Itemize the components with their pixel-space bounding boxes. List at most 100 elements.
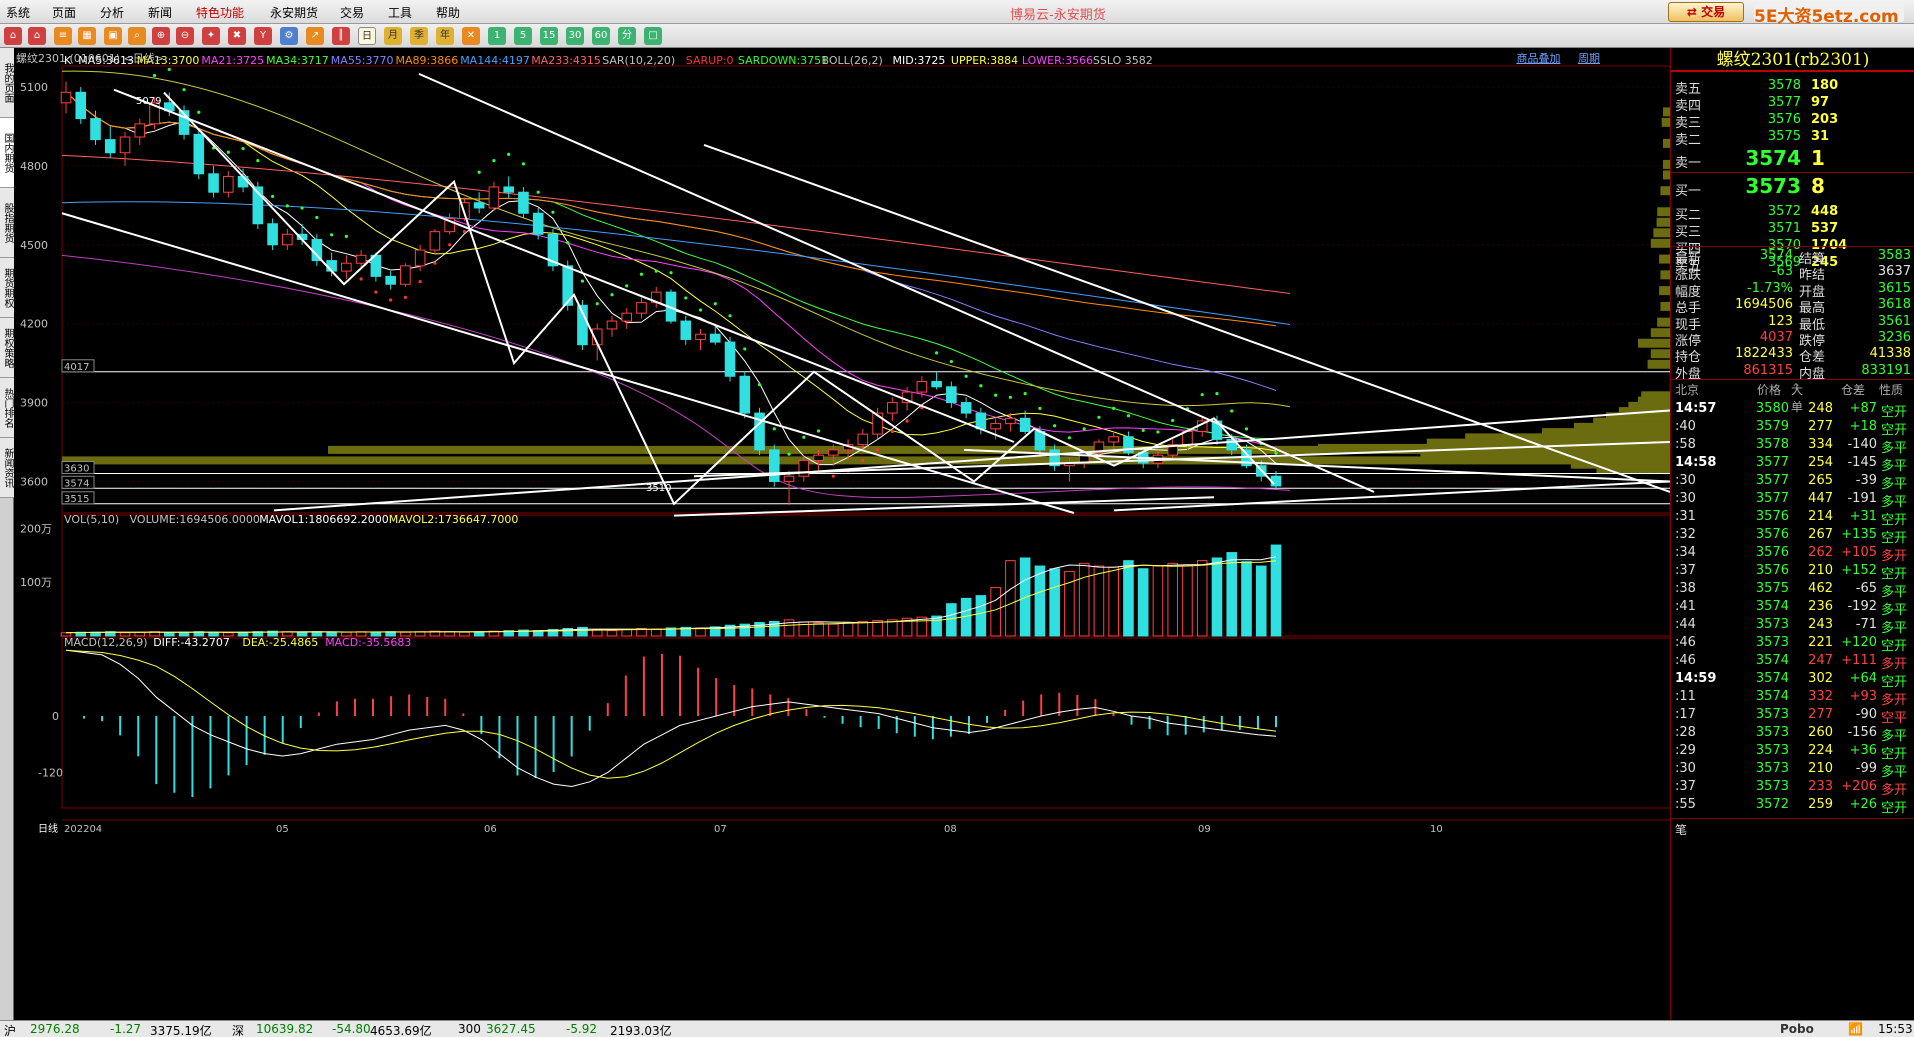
volume-bar: [1255, 565, 1267, 637]
chart-area[interactable]: 5100 4800 4500 4200 3900 3600 4017 3630 3574 3515…: [14, 48, 1670, 1020]
menu-page[interactable]: 页面: [52, 4, 76, 21]
period-month-button[interactable]: 月: [384, 27, 402, 45]
level-label: 3630: [64, 464, 89, 475]
ma55-line: [65, 91, 1277, 391]
kline-chart-svg[interactable]: 5100 4800 4500 4200 3900 3600 4017 3630 3574 3515…: [14, 48, 1670, 1020]
tick-price: 3574: [1755, 671, 1789, 686]
sar-dot: [816, 429, 821, 433]
tick-time: :44: [1675, 617, 1696, 632]
tab-hot-ranking[interactable]: 热门排名: [0, 378, 14, 438]
sar-dot: [285, 204, 289, 208]
cup-icon[interactable]: Y: [254, 27, 272, 45]
sar-dot: [226, 150, 230, 154]
search-icon[interactable]: ⌕: [128, 27, 146, 45]
macd-legend-item: MACD:-35.5683: [325, 636, 411, 649]
tab-my-page[interactable]: 我的页面: [0, 48, 14, 118]
ask-volume: 203: [1811, 112, 1839, 127]
tick-header: 北京 价格 ⌃ 大单 仓差 性质: [1675, 381, 1904, 414]
ask1-price: 3574: [1745, 146, 1801, 170]
tick-volume: 221: [1808, 635, 1833, 650]
window-icon[interactable]: ▣: [104, 27, 122, 45]
menu-news[interactable]: 新闻: [148, 4, 172, 21]
period-30m-button[interactable]: 30: [566, 27, 584, 45]
tick-oi-change: +31: [1849, 509, 1877, 524]
tab-option-strategy[interactable]: 期权策略: [0, 318, 14, 378]
tick-volume: 248: [1808, 401, 1833, 416]
sar-dot: [344, 234, 348, 238]
tick-time: :58: [1675, 437, 1696, 452]
tab-futures-options[interactable]: 期货期权: [0, 258, 14, 318]
quote-value: 3561: [1877, 313, 1911, 329]
period-min-button[interactable]: 分: [618, 27, 636, 45]
zoom-out-icon[interactable]: ⊖: [176, 27, 194, 45]
tick-row[interactable]: :55 3572 259 +26 空开: [1671, 797, 1914, 819]
period-year-button[interactable]: 年: [436, 27, 454, 45]
period-15m-button[interactable]: 15: [540, 27, 558, 45]
pin-icon[interactable]: ✦: [202, 27, 220, 45]
house-icon[interactable]: ⌂: [28, 27, 46, 45]
quote-value: 3615: [1877, 280, 1911, 296]
tick-volume: 302: [1808, 671, 1833, 686]
line-chart-icon[interactable]: ↗: [306, 27, 324, 45]
menu-analysis[interactable]: 分析: [100, 4, 124, 21]
tick-volume: 332: [1808, 689, 1833, 704]
trade-button-label: 交易: [1701, 5, 1726, 19]
tab-index-futures[interactable]: 股指期货: [0, 188, 14, 258]
period-link[interactable]: 周期: [1578, 52, 1600, 65]
home-icon[interactable]: ⌂: [4, 27, 22, 45]
quote-value: 123: [1768, 313, 1793, 329]
volume-bar: [946, 603, 957, 637]
sar-dot: [949, 359, 953, 364]
sar-dot: [595, 302, 599, 306]
sar-dot: [713, 302, 717, 306]
period-60m-button[interactable]: 60: [592, 27, 610, 45]
candle: [518, 186, 529, 219]
menu-tools[interactable]: 工具: [388, 4, 412, 21]
period-custom-button[interactable]: □: [644, 27, 662, 45]
sar-dot: [462, 230, 467, 234]
sar-dot: [1200, 393, 1204, 397]
tab-domestic-futures[interactable]: 国内期货: [0, 118, 14, 188]
sar-dot: [270, 194, 275, 199]
tab-news[interactable]: 新闻资讯: [0, 438, 14, 498]
menu-features[interactable]: 特色功能: [196, 4, 244, 21]
indicator-icon[interactable]: ⚙: [280, 27, 298, 45]
zoom-in-icon[interactable]: ⊕: [152, 27, 170, 45]
menu-trade[interactable]: 交易: [340, 4, 364, 21]
ask-price: 3575: [1767, 129, 1801, 144]
bid1-row[interactable]: 买一 3573 8: [1671, 174, 1914, 204]
volume-profile-bar: [1641, 391, 1670, 401]
tools-icon[interactable]: ✖: [228, 27, 246, 45]
period-quarter-button[interactable]: 季: [410, 27, 428, 45]
tick-volume: 236: [1808, 599, 1833, 614]
period-day-button[interactable]: 日: [358, 27, 376, 45]
trade-icon: ⇄: [1686, 5, 1702, 19]
overlay-link[interactable]: 商品叠加: [1517, 52, 1561, 65]
tick-time: :17: [1675, 707, 1696, 722]
menu-yongan[interactable]: 永安期货: [270, 4, 318, 21]
period-1m-button[interactable]: 1: [488, 27, 506, 45]
status-item: 沪: [4, 1024, 17, 1037]
candle: [960, 397, 972, 419]
tick-oi-change: -192: [1847, 599, 1877, 614]
tick-nature: 多平: [1881, 495, 1908, 510]
quote-panel: 螺纹2301(rb2301) 卖五 3578 180 卖四 3577 97 卖三…: [1670, 48, 1914, 1020]
grid-icon[interactable]: ▦: [78, 27, 96, 45]
tick-price: 3573: [1755, 761, 1789, 776]
candle: [916, 376, 928, 398]
volume-bar: [1093, 565, 1105, 637]
period-5m-button[interactable]: 5: [514, 27, 532, 45]
sar-dot: [698, 308, 703, 312]
kline-icon[interactable]: ║: [332, 27, 350, 45]
tick-price: 3573: [1755, 779, 1789, 794]
period-tick-button[interactable]: ✕: [462, 27, 480, 45]
volume-profile-bar: [1650, 349, 1670, 359]
candle-body: [680, 320, 692, 340]
trade-button[interactable]: ⇄ 交易: [1668, 2, 1744, 22]
ask-price: 3576: [1767, 112, 1801, 127]
list-icon[interactable]: ≡: [54, 27, 72, 45]
menu-help[interactable]: 帮助: [436, 4, 460, 21]
menu-system[interactable]: 系统: [6, 4, 30, 21]
tick-oi-change: -39: [1855, 473, 1877, 488]
candle-body: [798, 459, 810, 477]
